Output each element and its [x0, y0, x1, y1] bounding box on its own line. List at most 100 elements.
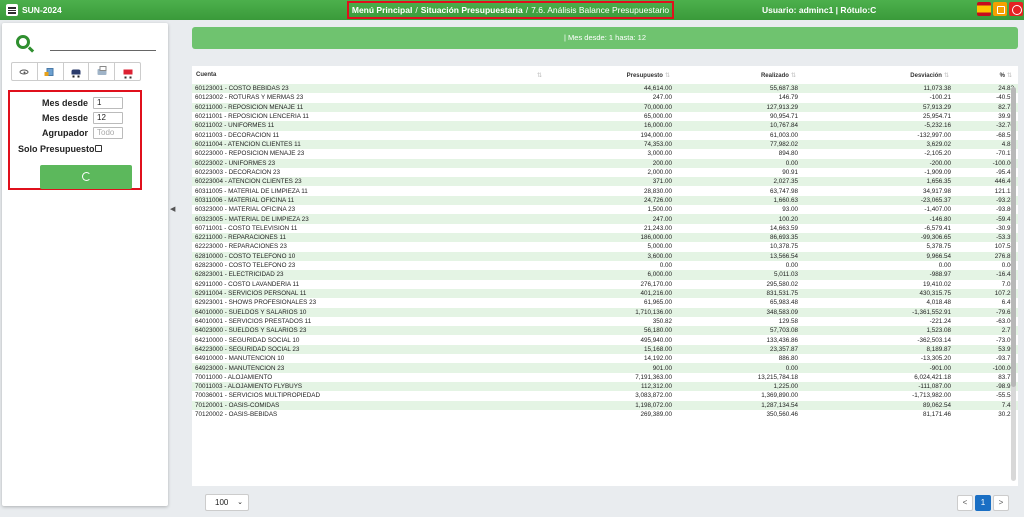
cell-realizado: 13,566.54	[676, 251, 802, 261]
print-button[interactable]	[89, 63, 116, 80]
export-button[interactable]	[38, 63, 64, 80]
user-info: Usuario: adminc1 | Rótulo:C	[762, 5, 877, 15]
cell-percent: 2.71	[955, 326, 1018, 336]
table-row[interactable]: 70011003 - ALOJAMIENTO FLYBUYS 112,312.00…	[192, 382, 1018, 392]
table-row[interactable]: 62211000 - REPARACIONES 11 186,000.00 86,6…	[192, 233, 1018, 243]
table-row[interactable]: 60211003 - DECORACION 11 194,000.00 61,003…	[192, 130, 1018, 140]
mes-desde-input[interactable]: 1	[93, 97, 123, 109]
search-input[interactable]	[50, 49, 156, 51]
table-row[interactable]: 60211000 - REPOSICION MENAJE 11 70,000.00…	[192, 102, 1018, 112]
solo-presupuesto-checkbox[interactable]	[95, 145, 102, 152]
mes-hasta-input[interactable]: 12	[93, 112, 123, 124]
cell-desviacion: 3,629.02	[802, 139, 955, 150]
next-page-button[interactable]: >	[993, 495, 1009, 511]
cell-desviacion: 1,523.08	[802, 326, 955, 336]
cell-realizado: 93.00	[676, 205, 802, 215]
scrollbar-thumb[interactable]	[1011, 87, 1016, 387]
view-button[interactable]	[12, 63, 38, 80]
truck-button[interactable]	[115, 63, 140, 80]
cell-percent: -95.45	[955, 167, 1018, 178]
table-scrollbar[interactable]	[1011, 87, 1016, 481]
col-header-presupuesto[interactable]: Presupuesto ⇅	[548, 66, 676, 84]
cell-cuenta: 62223000 - REPARACIONES 23	[192, 242, 548, 252]
cell-desviacion: -1,713,982.00	[802, 391, 955, 401]
table-row[interactable]: 64010000 - SUELDOS Y SALARIOS 10 1,710,13…	[192, 307, 1018, 317]
table-row[interactable]: 62911004 - SERVICIOS PERSONAL 11 401,216.…	[192, 288, 1018, 299]
page-button-current[interactable]: 1	[975, 495, 991, 511]
table-row[interactable]: 60323005 - MATERIAL DE LIMPIEZA 23 247.00…	[192, 214, 1018, 224]
search-icon[interactable]	[16, 35, 30, 49]
cell-presupuesto: 70,000.00	[548, 102, 676, 112]
col-header-desviacion[interactable]: Desviación ⇅	[802, 66, 955, 84]
cell-percent: -93.80	[955, 205, 1018, 215]
table-row[interactable]: 60311005 - MATERIAL DE LIMPIEZA 11 28,830…	[192, 186, 1018, 196]
table-row[interactable]: 62223000 - REPARACIONES 23 5,000.00 10,378…	[192, 242, 1018, 252]
table-row[interactable]: 60223002 - UNIFORMES 23 200.00 0.00 -200.00…	[192, 158, 1018, 168]
table-row[interactable]: 64010001 - SERVICIOS PRESTADOS 11 350.82 1…	[192, 316, 1018, 327]
table-row[interactable]: 62911000 - COSTO LAVANDERIA 11 276,170.00…	[192, 279, 1018, 289]
cell-realizado: 350,560.46	[676, 409, 802, 420]
power-icon[interactable]	[1009, 2, 1023, 16]
table-row[interactable]: 60223004 - ATENCION CLIENTES 23 371.00 2,0…	[192, 177, 1018, 187]
table-row[interactable]: 60123001 - COSTO BEBIDAS 23 44,614.00 55,6…	[192, 84, 1018, 94]
cell-cuenta: 64223000 - SEGURIDAD SOCIAL 23	[192, 344, 548, 355]
table-row[interactable]: 60211002 - UNIFORMES 11 16,000.00 10,767.8…	[192, 121, 1018, 131]
table-row[interactable]: 60323000 - MATERIAL OFICINA 23 1,500.00 93…	[192, 205, 1018, 215]
table-row[interactable]: 62823000 - COSTO TELEFONO 23 0.00 0.00 0.00…	[192, 260, 1018, 271]
spain-flag-icon[interactable]	[977, 2, 991, 16]
table-row[interactable]: 60211004 - ATENCION CLIENTES 11 74,353.00…	[192, 139, 1018, 150]
prev-page-button[interactable]: <	[957, 495, 973, 511]
table-row[interactable]: 70036001 - SERVICIOS MULTIPROPIEDAD 3,083…	[192, 391, 1018, 401]
collapse-sidebar-icon[interactable]: ◀	[170, 205, 175, 213]
breadcrumb-current: 7.6. Análisis Balance Presupuestario	[531, 5, 670, 15]
table-row[interactable]: 60223003 - DECORACION 23 2,000.00 90.91 -1,…	[192, 167, 1018, 178]
print-icon[interactable]	[993, 2, 1007, 16]
cell-cuenta: 70120002 - OASIS-BEBIDAS	[192, 409, 548, 420]
refresh-button[interactable]	[40, 165, 132, 189]
filter-form: Mes desde 1 Mes desde 12 Agrupador Todo …	[8, 90, 142, 190]
table-row[interactable]: 70011000 - ALOJAMIENTO 7,191,363.00 13,215…	[192, 372, 1018, 382]
cell-presupuesto: 3,083,872.00	[548, 391, 676, 401]
cell-desviacion: -100.21	[802, 93, 955, 103]
cell-percent: 83.77	[955, 372, 1018, 382]
cell-cuenta: 60223004 - ATENCION CLIENTES 23	[192, 177, 548, 187]
cell-desviacion: -99,306.65	[802, 233, 955, 243]
cell-desviacion: 6,024,421.18	[802, 372, 955, 382]
cell-desviacion: 4,018.48	[802, 298, 955, 308]
cell-percent: 107.58	[955, 242, 1018, 252]
col-header-realizado[interactable]: Realizado ⇅	[676, 66, 802, 84]
cell-presupuesto: 5,000.00	[548, 242, 676, 252]
table-row[interactable]: 60123002 - ROTURAS Y MERMAS 23 247.00 146.…	[192, 93, 1018, 103]
table-row[interactable]: 62923001 - SHOWS PROFESIONALES 23 61,965.…	[192, 298, 1018, 308]
cell-percent: -59.43	[955, 214, 1018, 224]
agrupador-input[interactable]: Todo	[93, 127, 123, 139]
hamburger-menu-icon[interactable]	[6, 4, 18, 16]
table-row[interactable]: 70120001 - OASIS-COMIDAS 1,198,072.00 1,28…	[192, 400, 1018, 410]
table-row[interactable]: 60711001 - COSTO TELEVISION 11 21,243.00 1…	[192, 223, 1018, 233]
cell-cuenta: 62911004 - SERVICIOS PERSONAL 11	[192, 288, 548, 299]
page-size-select[interactable]: 100 ⌄	[205, 494, 249, 511]
car-button[interactable]	[64, 63, 90, 80]
cell-presupuesto: 44,614.00	[548, 84, 676, 94]
table-row[interactable]: 64923000 - MANUTENCION 23 901.00 0.00 -901.…	[192, 363, 1018, 373]
breadcrumb-item-menu-principal[interactable]: Menú Principal	[352, 5, 412, 15]
table-row[interactable]: 60311006 - MATERIAL OFICINA 11 24,726.00 1…	[192, 195, 1018, 206]
table-row[interactable]: 64023000 - SUELDOS Y SALARIOS 23 56,180.0…	[192, 326, 1018, 336]
sort-icon: ⇅	[1006, 72, 1012, 79]
cell-desviacion: 34,917.98	[802, 186, 955, 196]
col-header-cuenta[interactable]: Cuenta ⇅	[192, 66, 548, 84]
breadcrumb-item-situacion[interactable]: Situación Presupuestaria	[421, 5, 523, 15]
table-row[interactable]: 60223000 - REPOSICION MENAJE 23 3,000.00 8…	[192, 149, 1018, 159]
cell-presupuesto: 74,353.00	[548, 139, 676, 150]
cell-presupuesto: 21,243.00	[548, 223, 676, 233]
table-row[interactable]: 64210000 - SEGURIDAD SOCIAL 10 495,940.00…	[192, 335, 1018, 345]
cell-realizado: 61,003.00	[676, 130, 802, 140]
table-row[interactable]: 64223000 - SEGURIDAD SOCIAL 23 15,168.00 2…	[192, 344, 1018, 355]
table-row[interactable]: 62823001 - ELECTRICIDAD 23 6,000.00 5,011.…	[192, 270, 1018, 280]
col-header-percent[interactable]: % ⇅	[955, 66, 1018, 84]
table-row[interactable]: 70120002 - OASIS-BEBIDAS 269,389.00 350,56…	[192, 409, 1018, 420]
table-row[interactable]: 62810000 - COSTO TELEFONO 10 3,600.00 13,5…	[192, 251, 1018, 261]
table-row[interactable]: 60211001 - REPOSICION LENCERIA 11 65,000.…	[192, 111, 1018, 122]
cell-cuenta: 70011000 - ALOJAMIENTO	[192, 372, 548, 382]
table-row[interactable]: 64910000 - MANUTENCION 10 14,192.00 886.80…	[192, 354, 1018, 364]
